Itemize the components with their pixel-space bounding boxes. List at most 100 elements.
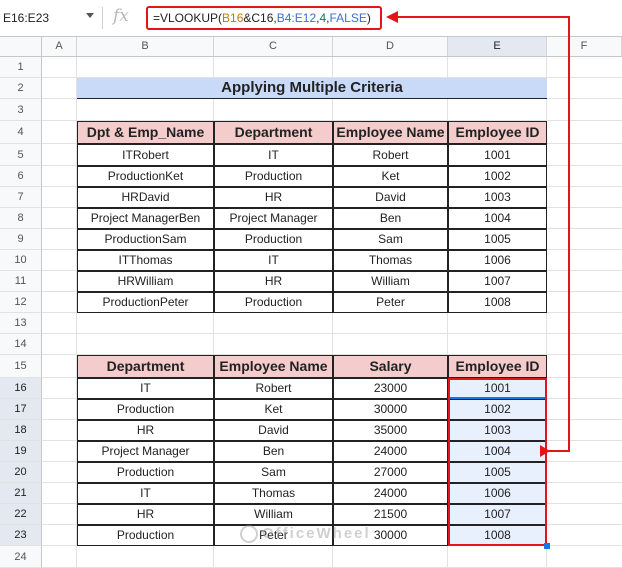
table1-cell[interactable]: Ben — [333, 208, 448, 229]
row-header-17[interactable]: 17 — [0, 399, 42, 420]
table1-cell[interactable]: ProductionSam — [77, 229, 214, 250]
column-header-e[interactable]: E — [448, 37, 547, 56]
table2-cell[interactable]: Thomas — [214, 483, 333, 504]
table2-header[interactable]: Department — [77, 355, 214, 378]
table2-cell[interactable]: 1007 — [448, 504, 547, 525]
table1-cell[interactable]: David — [333, 187, 448, 208]
name-box[interactable]: E16:E23 — [0, 5, 100, 31]
table2-cell[interactable]: 23000 — [333, 378, 448, 399]
table1-cell[interactable]: Production — [214, 292, 333, 313]
table1-cell[interactable]: HR — [214, 271, 333, 292]
row-header-7[interactable]: 7 — [0, 187, 42, 208]
table2-cell[interactable]: IT — [77, 483, 214, 504]
table1-header[interactable]: Employee Name — [333, 121, 448, 144]
table1-cell[interactable]: Ket — [333, 166, 448, 187]
column-header-f[interactable]: F — [547, 37, 622, 56]
formula-input[interactable]: =VLOOKUP(B16&C16,B4:E12,4,FALSE) — [146, 6, 382, 30]
row-header-4[interactable]: 4 — [0, 121, 42, 144]
table1-cell[interactable]: IT — [214, 144, 333, 166]
row-header-3[interactable]: 3 — [0, 99, 42, 121]
column-header-a[interactable]: A — [42, 37, 77, 56]
table2-cell[interactable]: 1002 — [448, 399, 547, 420]
table2-cell[interactable]: Ben — [214, 441, 333, 462]
row-header-16[interactable]: 16 — [0, 378, 42, 399]
table1-cell[interactable]: Project Manager — [214, 208, 333, 229]
table1-cell[interactable]: Sam — [333, 229, 448, 250]
table1-cell[interactable]: 1003 — [448, 187, 547, 208]
table2-cell[interactable]: HR — [77, 420, 214, 441]
table1-cell[interactable]: William — [333, 271, 448, 292]
chevron-down-icon[interactable] — [86, 13, 94, 18]
table1-cell[interactable]: IT — [214, 250, 333, 271]
table1-header[interactable]: Department — [214, 121, 333, 144]
row-header-8[interactable]: 8 — [0, 208, 42, 229]
table2-cell[interactable]: 1006 — [448, 483, 547, 504]
table2-cell[interactable]: Project Manager — [77, 441, 214, 462]
table2-cell[interactable]: HR — [77, 504, 214, 525]
column-header-d[interactable]: D — [333, 37, 448, 56]
table2-header[interactable]: Employee Name — [214, 355, 333, 378]
table2-cell[interactable]: 24000 — [333, 483, 448, 504]
row-header-20[interactable]: 20 — [0, 462, 42, 483]
table2-cell[interactable]: Production — [77, 399, 214, 420]
table2-cell[interactable]: 21500 — [333, 504, 448, 525]
table1-cell[interactable]: 1008 — [448, 292, 547, 313]
row-header-15[interactable]: 15 — [0, 355, 42, 378]
table2-cell[interactable]: 1008 — [448, 525, 547, 546]
table1-cell[interactable]: ProductionPeter — [77, 292, 214, 313]
table2-cell[interactable]: 1005 — [448, 462, 547, 483]
table1-cell[interactable]: HRWilliam — [77, 271, 214, 292]
table1-cell[interactable]: 1004 — [448, 208, 547, 229]
table1-cell[interactable]: HRDavid — [77, 187, 214, 208]
table2-header[interactable]: Salary — [333, 355, 448, 378]
select-all-corner[interactable] — [0, 37, 42, 56]
page-title[interactable]: Applying Multiple Criteria — [77, 78, 547, 99]
table1-cell[interactable]: Production — [214, 229, 333, 250]
table2-header[interactable]: Employee ID — [448, 355, 547, 378]
table1-cell[interactable]: Thomas — [333, 250, 448, 271]
row-header-2[interactable]: 2 — [0, 78, 42, 99]
row-header-22[interactable]: 22 — [0, 504, 42, 525]
row-header-21[interactable]: 21 — [0, 483, 42, 504]
table1-cell[interactable]: Production — [214, 166, 333, 187]
row-header-11[interactable]: 11 — [0, 271, 42, 292]
row-header-23[interactable]: 23 — [0, 525, 42, 546]
table1-cell[interactable]: ProductionKet — [77, 166, 214, 187]
table2-cell[interactable]: Production — [77, 525, 214, 546]
table2-cell[interactable]: 30000 — [333, 399, 448, 420]
table1-header[interactable]: Dpt & Emp_Name — [77, 121, 214, 144]
table2-cell[interactable]: 27000 — [333, 462, 448, 483]
table1-cell[interactable]: Project ManagerBen — [77, 208, 214, 229]
row-header-14[interactable]: 14 — [0, 334, 42, 355]
table1-cell[interactable]: 1002 — [448, 166, 547, 187]
table2-cell[interactable]: William — [214, 504, 333, 525]
table2-cell[interactable]: Robert — [214, 378, 333, 399]
table1-cell[interactable]: Peter — [333, 292, 448, 313]
table1-cell[interactable]: ITRobert — [77, 144, 214, 166]
table2-cell[interactable]: Production — [77, 462, 214, 483]
table2-cell[interactable]: Sam — [214, 462, 333, 483]
fill-handle[interactable] — [544, 543, 550, 549]
table1-cell[interactable]: ITThomas — [77, 250, 214, 271]
table2-cell[interactable]: 24000 — [333, 441, 448, 462]
row-header-13[interactable]: 13 — [0, 313, 42, 334]
table1-header[interactable]: Employee ID — [448, 121, 547, 144]
table2-cell[interactable]: 1003 — [448, 420, 547, 441]
row-header-9[interactable]: 9 — [0, 229, 42, 250]
table1-cell[interactable]: 1007 — [448, 271, 547, 292]
table2-cell[interactable]: 1004 — [448, 441, 547, 462]
table2-cell[interactable]: 1001 — [448, 378, 547, 399]
table2-cell[interactable]: 35000 — [333, 420, 448, 441]
column-header-b[interactable]: B — [77, 37, 214, 56]
row-header-6[interactable]: 6 — [0, 166, 42, 187]
column-header-c[interactable]: C — [214, 37, 333, 56]
row-header-18[interactable]: 18 — [0, 420, 42, 441]
row-header-19[interactable]: 19 — [0, 441, 42, 462]
table1-cell[interactable]: 1006 — [448, 250, 547, 271]
table1-cell[interactable]: Robert — [333, 144, 448, 166]
table2-cell[interactable]: Ket — [214, 399, 333, 420]
row-header-10[interactable]: 10 — [0, 250, 42, 271]
row-header-1[interactable]: 1 — [0, 57, 42, 78]
table1-cell[interactable]: 1001 — [448, 144, 547, 166]
table2-cell[interactable]: David — [214, 420, 333, 441]
